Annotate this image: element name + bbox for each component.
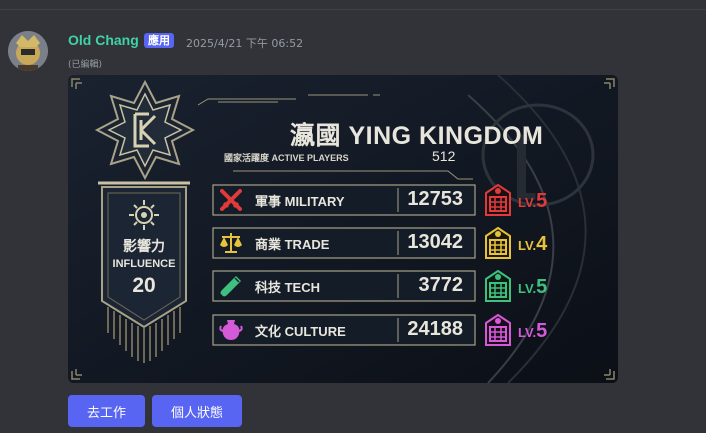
- stat-label: 軍事 MILITARY: [255, 194, 345, 209]
- building-badge-icon: [485, 226, 511, 259]
- influence-value: 20: [132, 274, 156, 297]
- level-prefix: LV.: [518, 195, 537, 210]
- level-number: 5: [536, 320, 548, 342]
- edited-label: (已編輯): [68, 60, 103, 70]
- vase-icon: [219, 320, 243, 340]
- stat-label: 文化 CULTURE: [255, 324, 346, 339]
- stat-value: 24188: [407, 318, 463, 340]
- level-number: 4: [536, 233, 548, 255]
- level-badge-culture: LV.5: [482, 313, 562, 347]
- app-badge: 應用: [144, 33, 174, 48]
- crossed-swords-icon: [220, 189, 242, 211]
- influence-label-zh: 影響力: [123, 238, 165, 254]
- stat-value: 13042: [407, 231, 463, 253]
- stat-label: 科技 TECH: [255, 280, 321, 295]
- influence-label-en: INFLUENCE: [112, 258, 176, 270]
- level-badge-military: LV.5: [482, 183, 562, 217]
- level-number: 5: [536, 276, 548, 298]
- scales-icon: [220, 233, 242, 253]
- level-prefix: LV.: [518, 281, 537, 296]
- stat-value: 12753: [407, 188, 463, 210]
- stat-row-military: 軍事 MILITARY 12753: [213, 185, 475, 215]
- emblem-star-icon: [94, 79, 196, 181]
- building-badge-icon: [485, 269, 511, 302]
- username[interactable]: Old Chang: [68, 32, 139, 48]
- building-badge-icon: [485, 183, 511, 216]
- go-work-button[interactable]: 去工作: [68, 395, 145, 427]
- level-badge-trade: LV.4: [482, 226, 562, 260]
- active-players-value: 512: [432, 148, 456, 164]
- test-tube-icon: [220, 276, 241, 297]
- stat-label: 商業 TRADE: [255, 237, 330, 252]
- level-prefix: LV.: [518, 238, 537, 253]
- stat-row-trade: 商業 TRADE 13042: [213, 228, 475, 258]
- level-number: 5: [536, 190, 548, 212]
- active-players-label: 國家活躍度 ACTIVE PLAYERS: [224, 153, 349, 163]
- personal-status-button[interactable]: 個人狀態: [152, 395, 242, 427]
- avatar[interactable]: [8, 31, 48, 71]
- divider: [0, 9, 706, 10]
- building-badge-icon: [485, 313, 511, 346]
- stat-value: 3772: [418, 274, 464, 296]
- kingdom-card: [瀛國 YING KINGDOM 國家活躍度 ACTIVE PLAYERS 5…: [68, 75, 618, 383]
- level-prefix: LV.: [518, 325, 537, 340]
- timestamp: 2025/4/21 下午 06:52: [186, 37, 304, 50]
- stat-row-culture: 文化 CULTURE 24188: [213, 315, 475, 345]
- kingdom-title: 瀛國 YING KINGDOM: [290, 122, 544, 150]
- avatar-helmet-icon: [8, 31, 48, 71]
- level-badge-tech: LV.5: [482, 269, 562, 303]
- stat-row-tech: 科技 TECH 3772: [213, 271, 475, 301]
